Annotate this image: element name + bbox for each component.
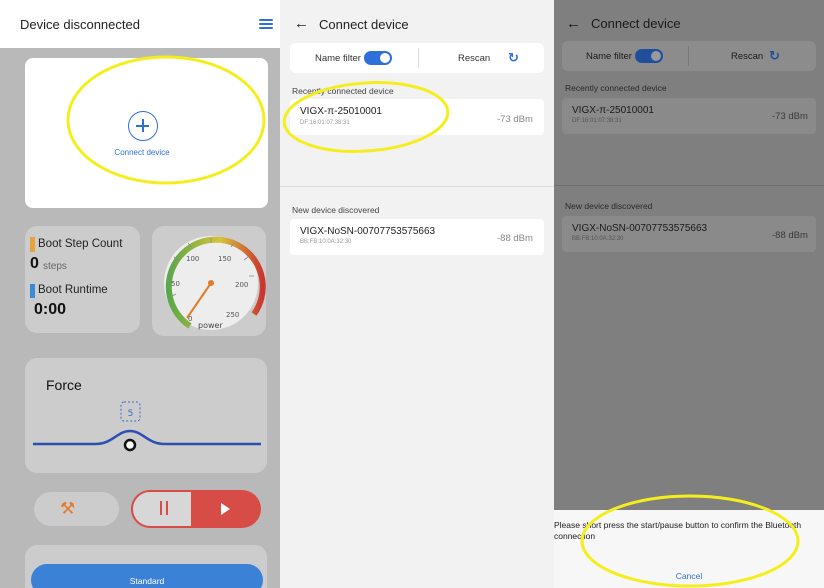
section-separator [554,185,824,186]
cancel-button[interactable]: Cancel [554,571,824,581]
new-device-rssi: -88 dBm [497,233,533,244]
home-screen: Device disconnected Connect device Boot … [0,0,280,588]
confirm-screen: ← Connect device Name filter Rescan ↻ Re… [554,0,824,588]
tools-button[interactable] [34,492,119,526]
step-count-label: Boot Step Count [38,238,123,250]
pause-icon[interactable] [158,501,170,515]
runtime-marker [30,284,35,298]
force-slider[interactable]: 5 [25,395,267,465]
refresh-icon[interactable]: ↻ [769,49,780,62]
back-arrow-icon[interactable]: ← [294,16,309,31]
new-device-mac: BB:FB:10:0A:32:30 [572,236,624,242]
confirm-header-title: Connect device [591,16,681,31]
rescan-label[interactable]: Rescan [731,51,763,62]
new-device-name[interactable]: VIGX-NoSN-00707753575663 [300,226,435,237]
recent-device-name[interactable]: VIGX-π-25010001 [300,106,382,117]
scan-header-title: Connect device [319,17,409,32]
connect-device-label[interactable]: Connect device [92,148,192,157]
new-device-mac: BB:FB:10:0A:32:30 [300,239,352,245]
recent-device-mac: DF:16:01:07:38:31 [572,118,622,124]
add-circle-icon[interactable] [128,111,158,141]
play-icon[interactable] [221,503,230,515]
power-gauge: 0 50 100 150 200 250 power [164,236,266,330]
step-count-marker [30,237,35,252]
recent-device-name[interactable]: VIGX-π-25010001 [572,105,654,116]
gauge-label: power [198,321,223,330]
force-curve [33,429,261,446]
force-slider-knob [123,438,137,452]
gauge-tick-100: 100 [186,255,199,263]
recent-section-label: Recently connected device [292,86,394,96]
gauge-hub [208,280,214,286]
filter-divider [418,48,419,68]
step-count-unit: steps [43,261,67,272]
recent-device-rssi: -73 dBm [772,111,808,122]
force-title: Force [46,377,82,393]
pause-play-toggle[interactable] [131,490,261,528]
recent-device-mac: DF:16:01:07:38:31 [300,120,350,126]
gauge-tick-150: 150 [218,255,231,263]
section-separator [280,186,554,187]
name-filter-label: Name filter [586,51,632,62]
new-device-rssi: -88 dBm [772,230,808,241]
name-filter-toggle[interactable] [635,49,663,63]
new-section-label: New device discovered [565,201,653,211]
scan-screen: ← Connect device Name filter Rescan ↻ Re… [280,0,554,588]
name-filter-label: Name filter [315,53,361,64]
filter-divider [688,46,689,66]
runtime-value: 0:00 [34,301,67,318]
gauge-tick-50: 50 [171,280,180,288]
new-section-label: New device discovered [292,205,380,215]
step-count-value: 0 [30,255,39,272]
refresh-icon[interactable]: ↻ [508,51,519,64]
back-arrow-icon[interactable]: ← [566,16,581,31]
recent-device-rssi: -73 dBm [497,114,533,125]
home-header: Device disconnected [0,0,280,48]
rescan-label[interactable]: Rescan [458,53,490,64]
recent-section-label: Recently connected device [565,83,667,93]
tools-icon[interactable]: ⚒ [60,499,75,519]
gauge-tick-200: 200 [235,281,248,289]
standard-mode-label[interactable]: Standard [31,576,263,586]
menu-icon[interactable] [259,19,273,29]
force-value-label: 5 [128,409,134,419]
connection-status-title: Device disconnected [20,17,140,32]
runtime-label: Boot Runtime [38,284,108,296]
name-filter-toggle[interactable] [364,51,392,65]
new-device-name[interactable]: VIGX-NoSN-00707753575663 [572,223,707,234]
gauge-tick-250: 250 [226,311,239,319]
confirm-message: Please short press the start/pause butto… [554,520,802,541]
